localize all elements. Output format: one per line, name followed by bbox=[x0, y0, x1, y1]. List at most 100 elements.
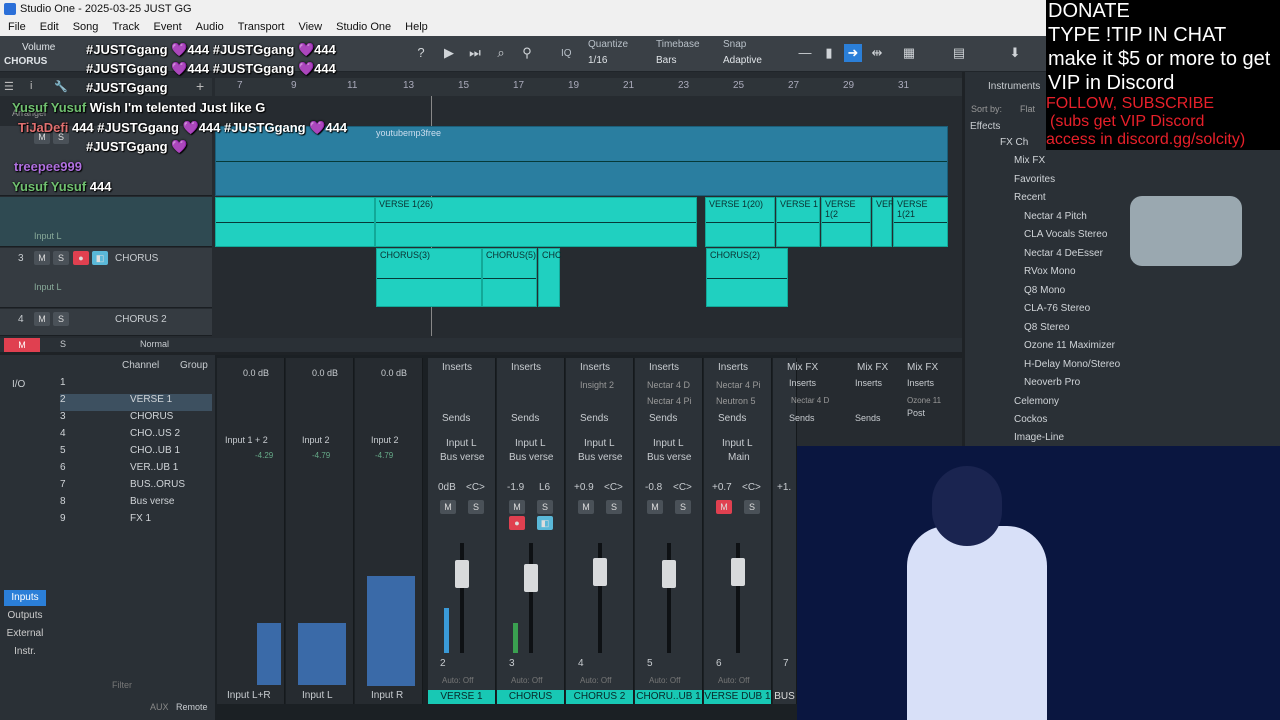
insert-slot[interactable]: Nectar 4 D bbox=[791, 396, 829, 405]
tool-split-icon[interactable]: ⇹ bbox=[868, 44, 886, 62]
automation-mode[interactable]: Auto: Off bbox=[580, 676, 611, 685]
search-icon[interactable]: ⌕ bbox=[492, 44, 510, 62]
browser-item[interactable]: Favorites bbox=[1014, 174, 1055, 192]
channel-strip[interactable]: Inserts Nectar 4 Pi Neutron 5 Sends Inpu… bbox=[704, 358, 772, 704]
track-name[interactable]: CHORUS bbox=[115, 253, 158, 264]
automation-mode[interactable]: Auto: Off bbox=[511, 676, 542, 685]
mixer-view-icon[interactable]: ▤ bbox=[950, 44, 968, 62]
record-arm-button[interactable]: ● bbox=[73, 251, 89, 265]
instr-button[interactable]: Instr. bbox=[4, 644, 46, 660]
output-select[interactable]: Bus verse bbox=[578, 452, 622, 463]
browser-item[interactable]: Mix FX bbox=[1014, 155, 1045, 173]
output-select[interactable]: Main bbox=[728, 452, 750, 463]
input-route[interactable]: Input 2 bbox=[371, 435, 399, 445]
inputs-button[interactable]: Inputs bbox=[4, 590, 46, 606]
audio-clip[interactable]: VERSE 1(21 bbox=[893, 197, 948, 247]
channel-strip[interactable]: Inserts Nectar 4 D Nectar 4 Pi Sends Inp… bbox=[635, 358, 703, 704]
sends-label[interactable]: Sends bbox=[789, 413, 815, 423]
audio-clip[interactable]: VERSE 1(26) bbox=[375, 197, 697, 247]
io-toggle[interactable]: I/O bbox=[12, 379, 25, 390]
browser-item[interactable]: Nectar 4 DeEsser bbox=[1024, 248, 1103, 266]
audio-clip[interactable]: CHC bbox=[538, 248, 562, 307]
menu-event[interactable]: Event bbox=[154, 19, 182, 36]
track-input[interactable]: Input L bbox=[34, 231, 62, 241]
channel-row[interactable]: 4 CHO..US 2 bbox=[60, 428, 180, 445]
download-icon[interactable]: ⬇ bbox=[1006, 44, 1024, 62]
solo-button[interactable]: S bbox=[744, 500, 760, 514]
browser-item[interactable]: Cockos bbox=[1014, 414, 1047, 432]
tool-range-icon[interactable]: ▮ bbox=[820, 44, 838, 62]
sends-label[interactable]: Sends bbox=[442, 413, 470, 424]
mute-all-button[interactable]: M bbox=[4, 338, 40, 352]
browser-item[interactable]: Neoverb Pro bbox=[1024, 377, 1080, 395]
input-strip[interactable]: 0.0 dB Input 2 -4.79 Input R bbox=[355, 358, 423, 704]
browser-item[interactable]: Q8 Mono bbox=[1024, 285, 1065, 303]
browser-item[interactable]: H-Delay Mono/Stereo bbox=[1024, 359, 1120, 377]
browser-item[interactable]: Q8 Stereo bbox=[1024, 322, 1070, 340]
channel-row[interactable]: 1 bbox=[60, 377, 66, 394]
browser-item[interactable]: CLA-76 Stereo bbox=[1024, 303, 1090, 321]
browser-item[interactable]: CLA Vocals Stereo bbox=[1024, 229, 1107, 247]
audio-clip[interactable]: VERSE 1(20) bbox=[705, 197, 775, 247]
channel-row[interactable]: 7 BUS..ORUS bbox=[60, 479, 185, 496]
browser-item[interactable]: Celemony bbox=[1014, 396, 1059, 414]
track-name[interactable]: CHORUS 2 bbox=[115, 314, 167, 325]
insert-slot[interactable]: Neutron 5 bbox=[716, 396, 756, 406]
menu-studio-one[interactable]: Studio One bbox=[336, 19, 391, 36]
audio-clip[interactable]: CHORUS(5) bbox=[482, 248, 537, 307]
menu-transport[interactable]: Transport bbox=[238, 19, 285, 36]
menu-edit[interactable]: Edit bbox=[40, 19, 59, 36]
automation-mode[interactable]: Auto: Off bbox=[442, 676, 473, 685]
sends-label[interactable]: Sends bbox=[580, 413, 608, 424]
solo-button[interactable]: S bbox=[606, 500, 622, 514]
channel-row[interactable]: 5 CHO..UB 1 bbox=[60, 445, 180, 462]
solo-all-button[interactable]: S bbox=[60, 339, 66, 349]
volume-fader[interactable] bbox=[662, 560, 676, 588]
sends-label[interactable]: Sends bbox=[511, 413, 539, 424]
mix-fx-label[interactable]: Mix FX bbox=[907, 362, 938, 373]
insert-slot[interactable]: Nectar 4 D bbox=[647, 380, 690, 390]
inserts-label[interactable]: Inserts bbox=[855, 378, 882, 388]
snap-select[interactable]: Adaptive bbox=[723, 55, 762, 66]
inserts-label[interactable]: Inserts bbox=[907, 378, 934, 388]
automation-mode[interactable]: Auto: Off bbox=[718, 676, 749, 685]
browser-item[interactable]: RVox Mono bbox=[1024, 266, 1076, 284]
menu-view[interactable]: View bbox=[298, 19, 322, 36]
channel-row[interactable]: 6 VER..UB 1 bbox=[60, 462, 178, 479]
quantize-select[interactable]: 1/16 bbox=[588, 55, 607, 66]
audio-clip[interactable]: CHORUS(2) bbox=[706, 248, 788, 307]
mute-button[interactable]: M bbox=[578, 500, 594, 514]
audio-clip[interactable]: VER bbox=[872, 197, 895, 247]
browser-item[interactable]: Nectar 4 Pitch bbox=[1024, 211, 1087, 229]
menu-lines-icon[interactable]: ☰ bbox=[4, 80, 14, 93]
remote-button[interactable]: Remote bbox=[176, 702, 208, 712]
insert-slot[interactable]: Ozone 11 bbox=[907, 396, 941, 405]
play-icon[interactable]: ▶ bbox=[440, 44, 458, 62]
solo-button[interactable]: S bbox=[675, 500, 691, 514]
channel-row[interactable]: 3 CHORUS bbox=[60, 411, 173, 428]
output-select[interactable]: Bus verse bbox=[647, 452, 691, 463]
channel-strip[interactable]: Inserts Sends Input L Bus verse 0dB <C> … bbox=[428, 358, 496, 704]
info-icon[interactable]: i bbox=[30, 80, 32, 92]
monitor-button[interactable]: ◧ bbox=[92, 251, 108, 265]
external-button[interactable]: External bbox=[4, 626, 46, 642]
help-icon[interactable]: ? bbox=[412, 44, 430, 62]
audio-clip[interactable] bbox=[215, 197, 375, 247]
mute-button[interactable]: M bbox=[509, 500, 525, 514]
browser-item[interactable]: Recent bbox=[1014, 192, 1046, 210]
input-strip[interactable]: 0.0 dB Input 2 -4.79 Input L bbox=[286, 358, 354, 704]
input-route[interactable]: Input 1 + 2 bbox=[225, 435, 268, 445]
flat-toggle[interactable]: Flat bbox=[1020, 104, 1035, 114]
add-track-icon[interactable]: + bbox=[196, 78, 204, 94]
effects-breadcrumb[interactable]: Effects bbox=[970, 121, 1000, 132]
mute-button[interactable]: M bbox=[440, 500, 456, 514]
record-arm-button[interactable]: ● bbox=[509, 516, 525, 530]
iq-label[interactable]: IQ bbox=[561, 48, 572, 59]
grid-icon[interactable]: ▦ bbox=[900, 44, 918, 62]
channel-row[interactable]: 9 FX 1 bbox=[60, 513, 151, 530]
inserts-label[interactable]: Inserts bbox=[789, 378, 816, 388]
insert-slot[interactable]: Nectar 4 Pi bbox=[647, 396, 692, 406]
mix-fx-label[interactable]: Mix FX bbox=[857, 362, 888, 373]
timebase-select[interactable]: Bars bbox=[656, 55, 677, 66]
input-select[interactable]: Input L bbox=[584, 438, 615, 449]
